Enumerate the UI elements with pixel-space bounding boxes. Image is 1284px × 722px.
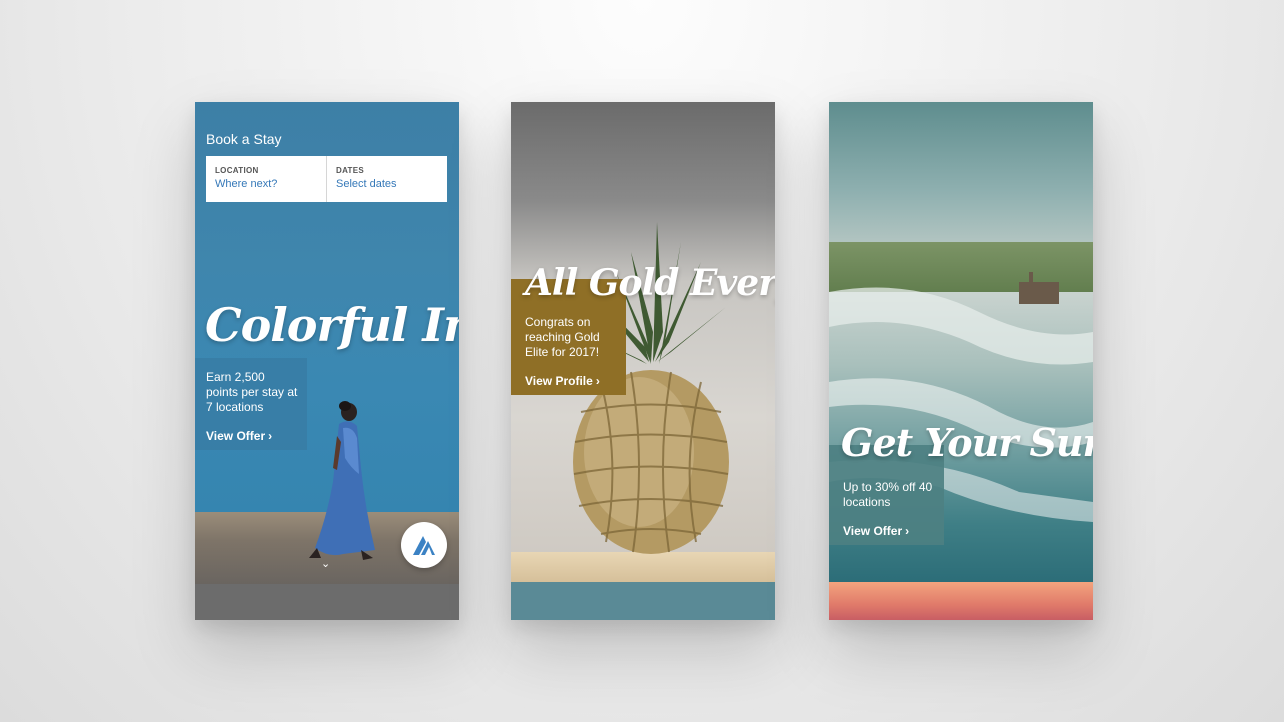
next-card-preview[interactable] (829, 582, 1093, 620)
next-card-preview[interactable] (195, 584, 459, 620)
view-profile-link[interactable]: View Profile › (525, 374, 600, 389)
dates-input[interactable]: Select dates (336, 178, 438, 190)
phone-screen-all-gold: All Gold Everything Congrats on reaching… (511, 102, 775, 620)
promo-headline: All Gold Everything (525, 262, 775, 304)
location-input[interactable]: Where next? (215, 178, 317, 190)
promo-panel: Up to 30% off 40 locations View Offer › (843, 480, 939, 539)
booking-search-box: LOCATION Where next? DATES Select dates (206, 156, 447, 202)
phone-screen-surf: Get Your Surf On Up to 30% off 40 locati… (829, 102, 1093, 620)
chevron-right-icon: › (905, 524, 910, 538)
chevron-right-icon: › (595, 374, 600, 388)
location-label: LOCATION (215, 166, 259, 175)
view-offer-link[interactable]: View Offer › (206, 429, 272, 444)
sky-background (829, 102, 1093, 252)
dates-label: DATES (336, 166, 365, 175)
view-offer-link[interactable]: View Offer › (843, 524, 909, 539)
promo-headline: Colorful India (205, 298, 459, 352)
location-field[interactable]: LOCATION Where next? (206, 156, 326, 202)
next-card-preview[interactable] (511, 582, 775, 620)
brand-logo-button[interactable] (401, 522, 447, 568)
marriott-logo-icon (413, 536, 435, 555)
promo-description: Up to 30% off 40 locations (843, 480, 933, 509)
promo-headline: Get Your Surf On (841, 420, 1093, 465)
promo-panel: Congrats on reaching Gold Elite for 2017… (525, 315, 619, 389)
book-a-stay-title: Book a Stay (206, 131, 282, 147)
chevron-down-icon[interactable]: ⌄ (321, 557, 330, 570)
promo-description: Earn 2,500 points per stay at 7 location… (206, 370, 298, 414)
woman-walking-image (309, 401, 375, 560)
phone-screen-colorful-india: Book a Stay LOCATION Where next? DATES S… (195, 102, 459, 620)
promo-panel: Earn 2,500 points per stay at 7 location… (206, 370, 298, 444)
dates-field[interactable]: DATES Select dates (326, 156, 447, 202)
chevron-right-icon: › (268, 429, 273, 443)
promo-description: Congrats on reaching Gold Elite for 2017… (525, 315, 600, 359)
wood-shelf (511, 552, 775, 582)
